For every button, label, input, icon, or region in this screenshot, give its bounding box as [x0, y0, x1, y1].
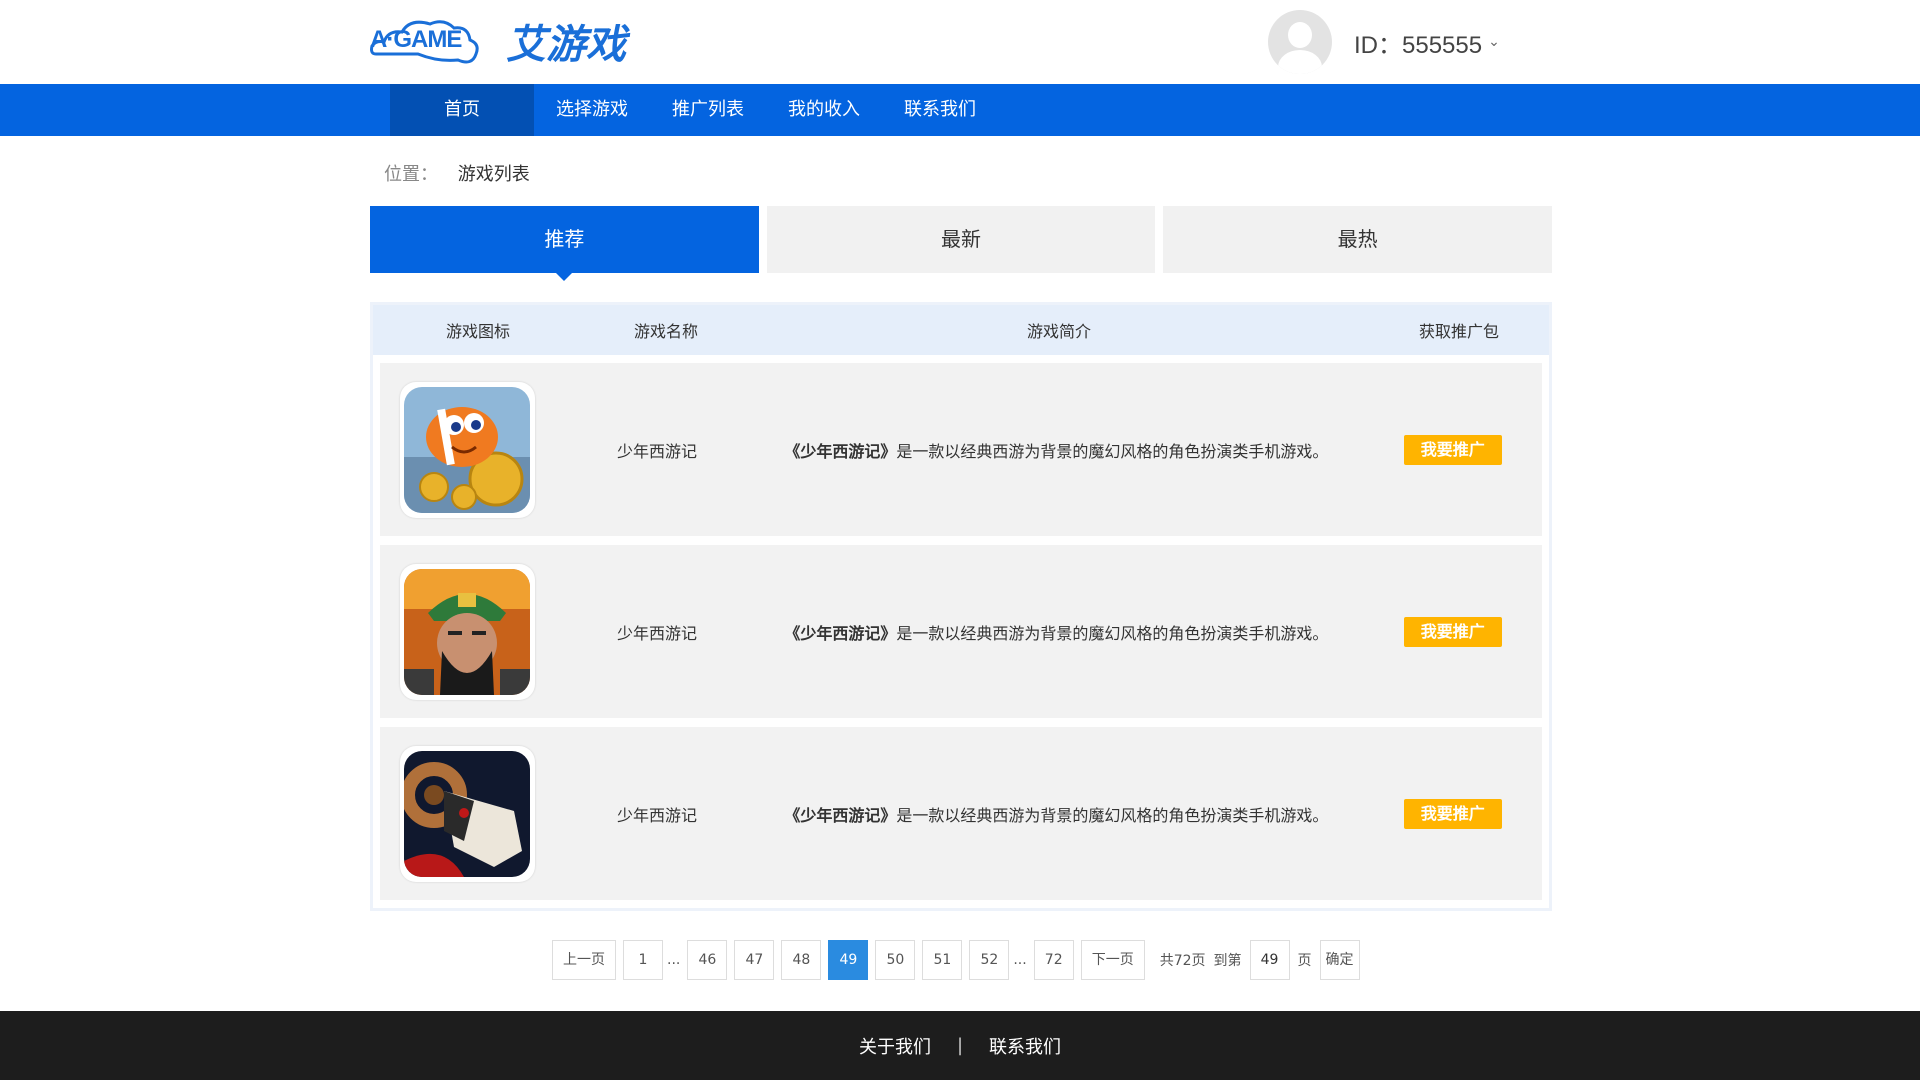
prev-page-button[interactable]: 上一页: [552, 940, 616, 980]
nav-item-promo-list[interactable]: 推广列表: [650, 84, 766, 136]
game-name: 少年西游记: [616, 623, 697, 643]
pagination-ellipsis: ...: [667, 952, 681, 968]
header-get-package: 获取推广包: [1418, 322, 1499, 341]
promote-button[interactable]: 我要推广: [1403, 434, 1502, 465]
game-name: 少年西游记: [616, 441, 697, 461]
breadcrumb-label: 位置：: [384, 164, 438, 185]
site-header: A·GAME 艾游戏 ID：555555 ⌄: [0, 0, 1920, 84]
pagination: 上一页 1 ... 46 47 48 49 50 51 52 ... 72 下一…: [552, 940, 1360, 980]
current-page-button[interactable]: 49: [828, 940, 869, 980]
goto-page-input[interactable]: [1249, 940, 1290, 980]
breadcrumb-current: 游戏列表: [457, 164, 530, 185]
table-row: 少年西游记 《少年西游记》是一款以经典西游为背景的魔幻风格的角色扮演类手机游戏。…: [380, 727, 1542, 900]
game-desc-title: 《少年西游记》: [784, 623, 897, 643]
main-nav: 首页 选择游戏 推广列表 我的收入 联系我们: [0, 84, 1920, 136]
nav-item-my-income[interactable]: 我的收入: [766, 84, 882, 136]
page-button[interactable]: 52: [969, 940, 1010, 980]
tab-hottest[interactable]: 最热: [1163, 206, 1553, 273]
ram-game-icon[interactable]: [404, 750, 531, 877]
site-logo[interactable]: A·GAME 艾游戏: [368, 10, 626, 72]
page-button[interactable]: 51: [922, 940, 963, 980]
game-description: 《少年西游记》是一款以经典西游为背景的魔幻风格的角色扮演类手机游戏。: [749, 438, 1363, 462]
pagination-ellipsis: ...: [1013, 952, 1027, 968]
tab-recommended[interactable]: 推荐: [370, 206, 759, 281]
promote-button[interactable]: 我要推广: [1403, 616, 1502, 647]
user-id: ID：555555: [1354, 31, 1483, 59]
page-button[interactable]: 46: [687, 940, 728, 980]
game-icon-frame: [400, 381, 535, 518]
footer-contact-link[interactable]: 联系我们: [989, 1033, 1061, 1059]
chevron-down-icon[interactable]: ⌄: [1488, 34, 1500, 50]
game-description: 《少年西游记》是一款以经典西游为背景的魔幻风格的角色扮演类手机游戏。: [749, 620, 1363, 644]
clownfish-game-icon[interactable]: [404, 386, 531, 513]
game-name: 少年西游记: [616, 805, 697, 825]
game-desc-text: 是一款以经典西游为背景的魔幻风格的角色扮演类手机游戏。: [896, 623, 1329, 643]
breadcrumb: 位置： 游戏列表: [384, 160, 530, 186]
page-button[interactable]: 47: [734, 940, 775, 980]
table-row: 少年西游记 《少年西游记》是一款以经典西游为背景的魔幻风格的角色扮演类手机游戏。…: [380, 363, 1542, 536]
game-icon-frame: [400, 563, 535, 700]
table-row: 少年西游记 《少年西游记》是一款以经典西游为背景的魔幻风格的角色扮演类手机游戏。…: [380, 545, 1542, 718]
page-button[interactable]: 1: [623, 940, 663, 980]
nav-item-select-game[interactable]: 选择游戏: [534, 84, 650, 136]
header-game-icon: 游戏图标: [445, 322, 510, 341]
game-desc-text: 是一款以经典西游为背景的魔幻风格的角色扮演类手机游戏。: [896, 441, 1329, 461]
header-game-name: 游戏名称: [633, 322, 698, 341]
page-button[interactable]: 72: [1033, 940, 1074, 980]
logo-chinese-text: 艾游戏: [506, 21, 626, 68]
logo-latin-text: A·GAME: [370, 26, 462, 53]
category-tabs: 推荐 最新 最热: [370, 206, 1553, 281]
footer-separator: |: [956, 1035, 964, 1056]
goto-label: 到第: [1213, 953, 1242, 969]
nav-item-contact[interactable]: 联系我们: [882, 84, 998, 136]
page-button[interactable]: 50: [875, 940, 916, 980]
confirm-button[interactable]: 确定: [1319, 940, 1360, 980]
footer-about-link[interactable]: 关于我们: [859, 1033, 931, 1059]
table-header: 游戏图标 游戏名称 游戏简介 获取推广包: [373, 305, 1549, 355]
site-footer: 关于我们 | 联系我们: [0, 1011, 1920, 1080]
user-menu[interactable]: ID：555555 ⌄: [1268, 10, 1500, 74]
game-table: 游戏图标 游戏名称 游戏简介 获取推广包 少年西游记 《少年西游记》是一款以经典…: [370, 302, 1552, 911]
nav-item-home[interactable]: 首页: [390, 84, 534, 136]
header-game-desc: 游戏简介: [1026, 322, 1091, 341]
game-desc-text: 是一款以经典西游为背景的魔幻风格的角色扮演类手机游戏。: [896, 805, 1329, 825]
game-icon-frame: [400, 745, 535, 882]
game-description: 《少年西游记》是一款以经典西游为背景的魔幻风格的角色扮演类手机游戏。: [749, 802, 1363, 826]
warrior-game-icon[interactable]: [404, 568, 531, 695]
next-page-button[interactable]: 下一页: [1080, 940, 1145, 980]
game-desc-title: 《少年西游记》: [784, 441, 897, 461]
avatar[interactable]: [1268, 10, 1332, 74]
total-pages: 共72页: [1159, 953, 1206, 969]
tab-newest[interactable]: 最新: [766, 206, 1156, 273]
game-desc-title: 《少年西游记》: [784, 805, 897, 825]
promote-button[interactable]: 我要推广: [1403, 798, 1502, 829]
page-unit-label: 页: [1297, 953, 1312, 969]
page-button[interactable]: 48: [781, 940, 822, 980]
